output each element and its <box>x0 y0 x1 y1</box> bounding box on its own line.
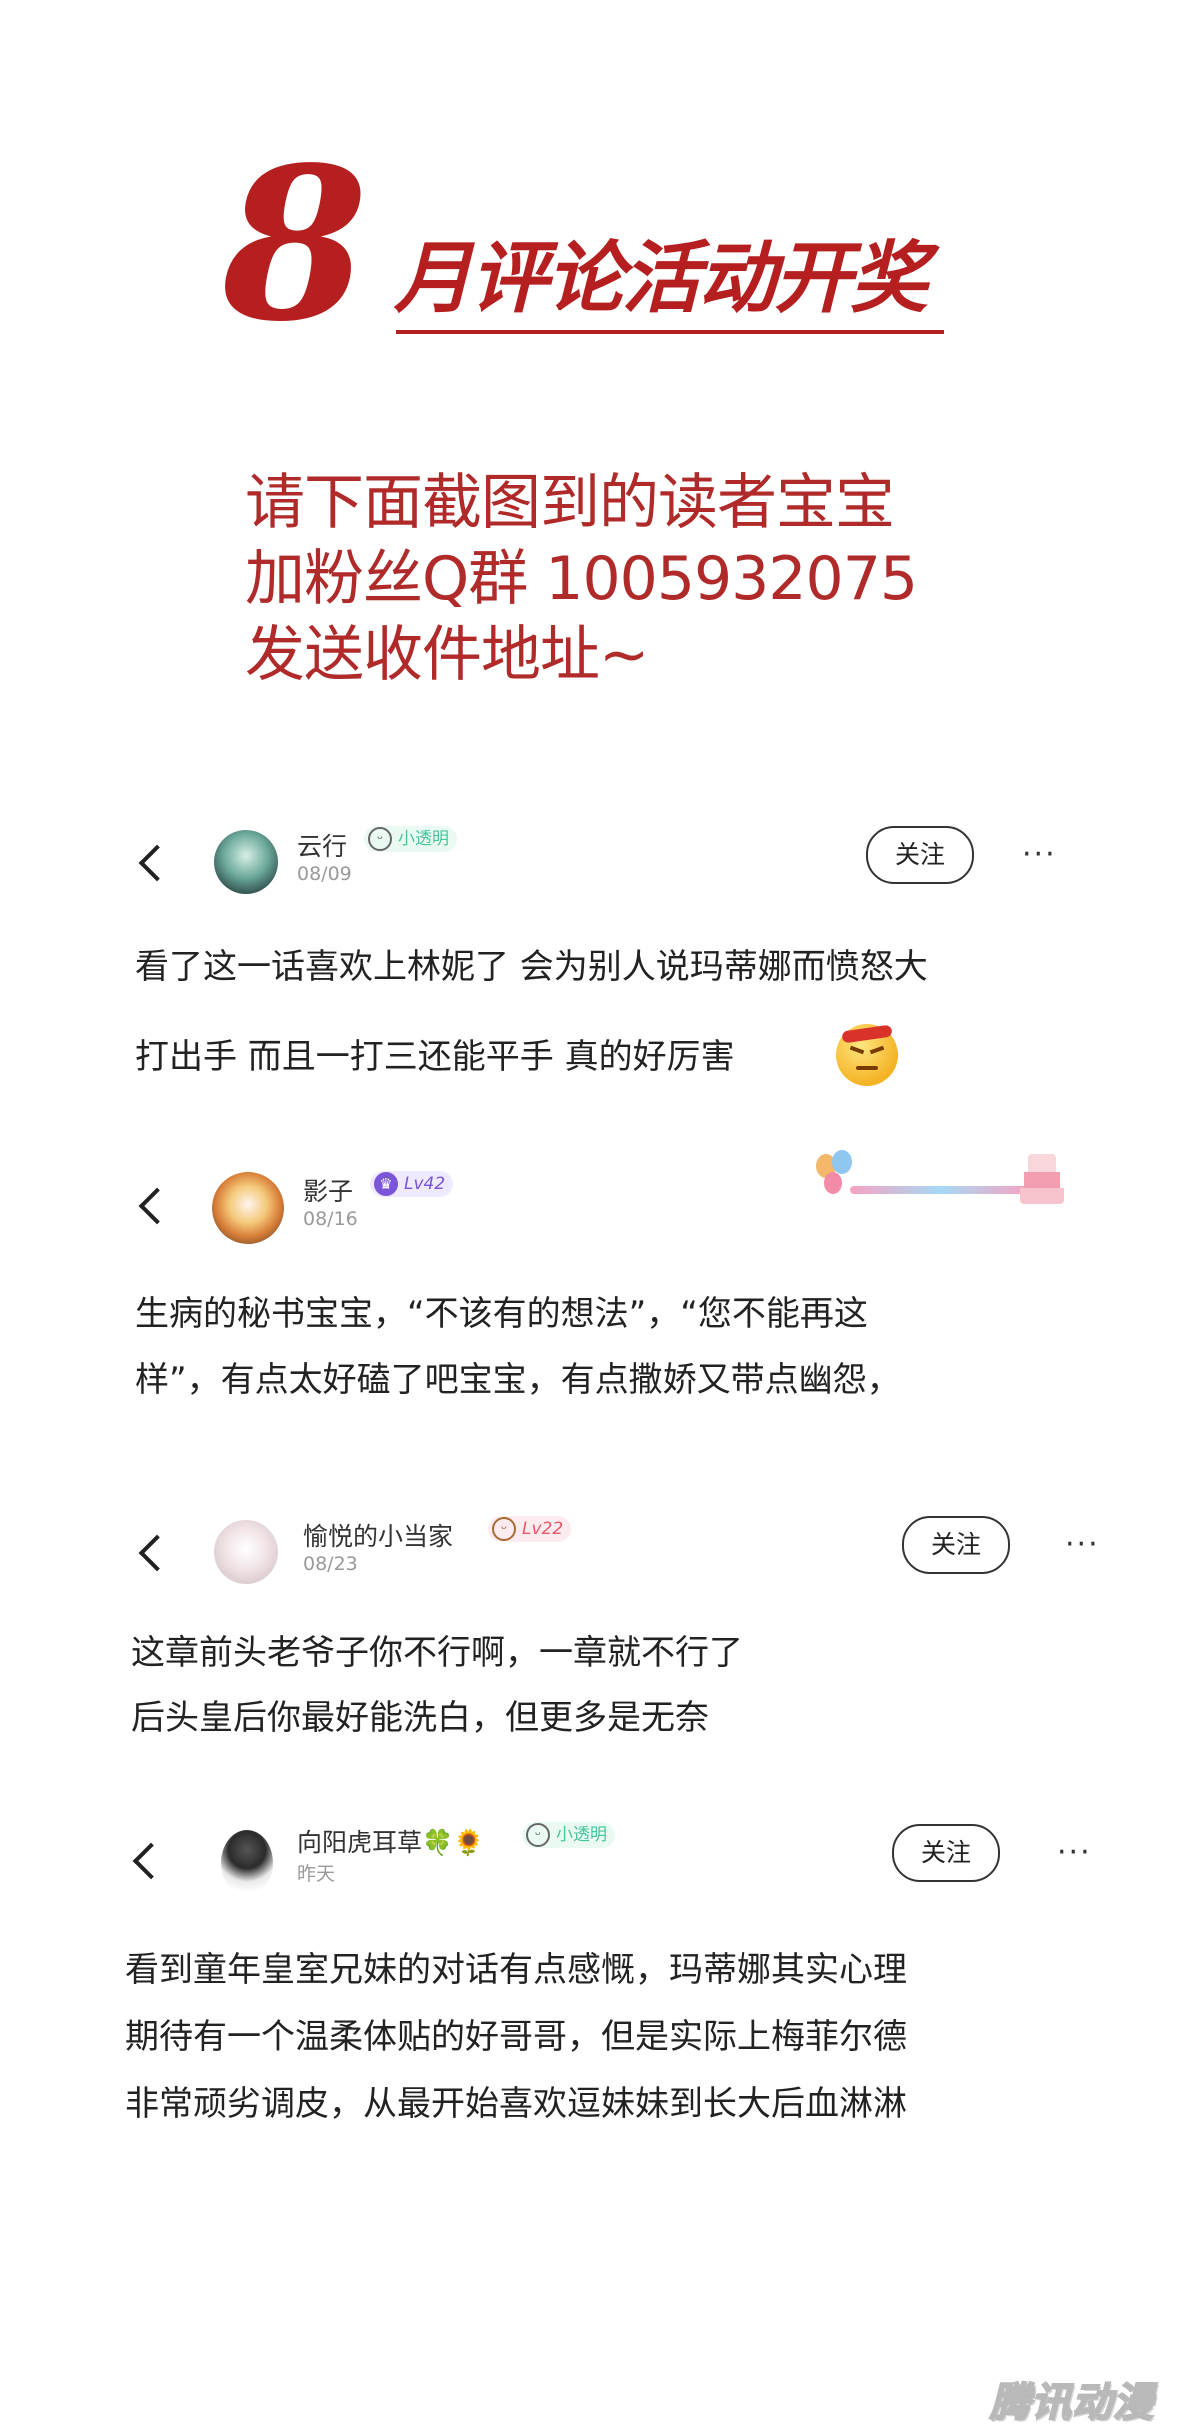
chef-icon: ᵕ <box>492 1517 516 1541</box>
notice-line: 加粉丝Q群 1005932075 <box>245 544 918 614</box>
username[interactable]: 愉悦的小当家 <box>303 1517 453 1553</box>
more-options-icon[interactable]: ··· <box>1065 1530 1100 1560</box>
balloon-icon <box>824 1172 842 1194</box>
follow-button[interactable]: 关注 <box>902 1516 1010 1574</box>
balloon-cake-decoration <box>810 1150 1070 1240</box>
cake-icon <box>1020 1154 1064 1208</box>
comment-text-line: 非常顽劣调皮，从最开始喜欢逗妹妹到长大后血淋淋 <box>125 2084 907 2124</box>
level-badge: ᵕ 小透明 <box>522 1822 615 1848</box>
comment-card: 云行 08/09 ᵕ 小透明 关注 ··· 看了这一话喜欢上林妮了 会为别人说玛… <box>0 810 1200 1110</box>
balloon-icon <box>832 1150 852 1174</box>
month-number: 8 <box>222 121 369 368</box>
smile-icon: ᵕ <box>526 1823 550 1847</box>
comment-text-line: 样”，有点太好磕了吧宝宝，有点撒娇又带点幽怨， <box>135 1360 901 1400</box>
follow-button[interactable]: 关注 <box>866 826 974 884</box>
follow-button[interactable]: 关注 <box>892 1824 1000 1882</box>
announcement-header: 8 月评论活动开奖 请下面截图到的读者宝宝 加粉丝Q群 1005932075 发… <box>0 0 1200 760</box>
crown-icon: ♛ <box>374 1172 398 1196</box>
comment-text-line: 看了这一话喜欢上林妮了 会为别人说玛蒂娜而愤怒大 <box>135 947 928 987</box>
level-badge: ᵕ 小透明 <box>364 826 457 852</box>
avatar[interactable] <box>221 1830 273 1896</box>
notice-line: 发送收件地址~ <box>245 620 649 690</box>
announcement-title: 月评论活动开奖 <box>394 234 928 324</box>
ribbon <box>850 1186 1030 1194</box>
title-underline <box>396 330 944 334</box>
back-icon[interactable] <box>132 1842 170 1880</box>
comment-text-line: 后头皇后你最好能洗白，但更多是无奈 <box>131 1698 709 1738</box>
avatar[interactable] <box>214 1520 278 1584</box>
smile-icon: ᵕ <box>368 827 392 851</box>
back-icon[interactable] <box>138 844 176 882</box>
level-badge: ᵕ Lv22 <box>488 1516 572 1542</box>
tencent-comic-watermark-logo: 腾讯动漫 <box>989 2379 1154 2427</box>
comment-text-line: 打出手 而且一打三还能平手 真的好厉害 <box>135 1037 735 1077</box>
username[interactable]: 向阳虎耳草🍀🌻 <box>297 1823 484 1859</box>
level-badge: ♛ Lv42 <box>370 1171 454 1197</box>
more-options-icon[interactable]: ··· <box>1022 840 1057 870</box>
badge-label: 小透明 <box>398 829 449 849</box>
comment-date: 08/23 <box>303 1553 358 1575</box>
badge-label: Lv22 <box>522 1519 564 1539</box>
notice-text: 请下面截图到的读者宝宝 加粉丝Q群 1005932075 发送收件地址~ <box>245 465 918 693</box>
back-icon[interactable] <box>138 1534 176 1572</box>
angry-face-emoji-icon <box>836 1024 898 1086</box>
avatar[interactable] <box>212 1172 284 1244</box>
badge-label: 小透明 <box>556 1825 607 1845</box>
comment-card: 向阳虎耳草🍀🌻 昨天 ᵕ 小透明 关注 ··· 看到童年皇室兄妹的对话有点感慨，… <box>0 1810 1200 2150</box>
more-options-icon[interactable]: ··· <box>1057 1838 1092 1868</box>
comment-text-line: 期待有一个温柔体贴的好哥哥，但是实际上梅菲尔德 <box>125 2017 907 2057</box>
username[interactable]: 影子 <box>303 1172 353 1208</box>
back-icon[interactable] <box>138 1187 176 1225</box>
comment-date: 08/16 <box>303 1208 358 1230</box>
avatar[interactable] <box>214 830 278 894</box>
comment-date: 昨天 <box>297 1863 336 1885</box>
comment-text-line: 看到童年皇室兄妹的对话有点感慨，玛蒂娜其实心理 <box>125 1950 907 1990</box>
comment-card: 影子 08/16 ♛ Lv42 生病的秘书宝宝，“不该有的想法”，“您不能再这 … <box>0 1150 1200 1450</box>
comment-date: 08/09 <box>297 863 352 885</box>
username[interactable]: 云行 <box>297 827 347 863</box>
notice-line: 请下面截图到的读者宝宝 <box>245 468 895 538</box>
comment-text-line: 这章前头老爷子你不行啊，一章就不行了 <box>131 1633 743 1673</box>
comment-text-line: 生病的秘书宝宝，“不该有的想法”，“您不能再这 <box>135 1294 868 1334</box>
badge-label: Lv42 <box>404 1174 446 1194</box>
comment-card: 愉悦的小当家 08/23 ᵕ Lv22 关注 ··· 这章前头老爷子你不行啊，一… <box>0 1500 1200 1800</box>
